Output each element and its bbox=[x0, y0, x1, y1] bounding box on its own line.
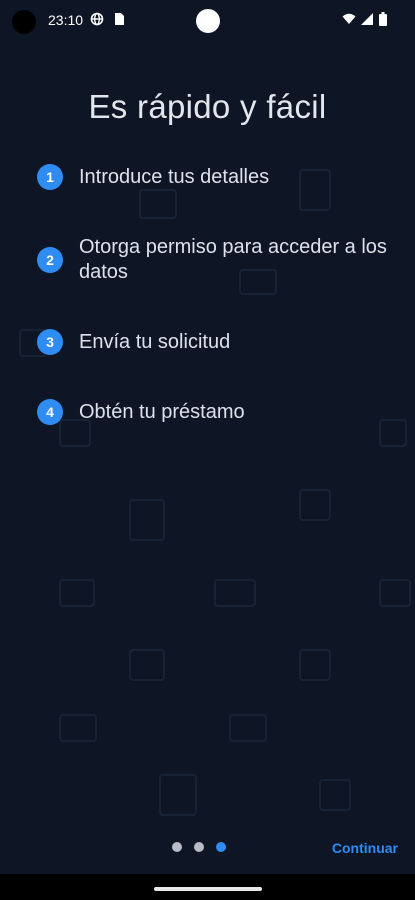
page-dot[interactable] bbox=[172, 842, 182, 852]
step-item: 1 Introduce tus detalles bbox=[37, 164, 395, 190]
step-text: Otorga permiso para acceder a los datos bbox=[79, 236, 387, 283]
sim-card-icon bbox=[115, 13, 124, 25]
step-item: 4 Obtén tu préstamo bbox=[37, 399, 395, 425]
home-gesture-handle[interactable] bbox=[154, 887, 262, 891]
onboarding-screen: 23:10 Es rápido y fácil 1 Introduce tus … bbox=[0, 0, 415, 900]
camera-punch-hole bbox=[196, 9, 220, 33]
continue-button[interactable]: Continuar bbox=[332, 838, 398, 858]
signal-icon bbox=[361, 13, 373, 25]
step-text: Introduce tus detalles bbox=[79, 165, 270, 188]
step-item: 3 Envía tu solicitud bbox=[37, 329, 395, 355]
navigation-bar bbox=[0, 874, 415, 900]
step-number-badge: 1 bbox=[37, 164, 63, 190]
wifi-icon bbox=[342, 13, 356, 24]
step-number-badge: 2 bbox=[37, 247, 63, 273]
step-number-badge: 4 bbox=[37, 399, 63, 425]
page-dot[interactable] bbox=[194, 842, 204, 852]
status-bar: 23:10 bbox=[0, 0, 415, 42]
step-item: 2 Otorga permiso para acceder a los dato… bbox=[37, 235, 395, 285]
front-camera bbox=[12, 10, 36, 34]
status-time: 23:10 bbox=[48, 12, 84, 28]
step-text: Envía tu solicitud bbox=[79, 330, 231, 353]
page-indicator bbox=[172, 842, 238, 852]
step-text: Obtén tu préstamo bbox=[79, 400, 245, 423]
step-number-badge: 3 bbox=[37, 329, 63, 355]
vpn-globe-icon bbox=[90, 12, 104, 26]
page-dot-active[interactable] bbox=[216, 842, 226, 852]
background-pattern bbox=[19, 169, 411, 816]
page-title: Es rápido y fácil bbox=[88, 88, 327, 125]
battery-icon bbox=[379, 12, 387, 26]
